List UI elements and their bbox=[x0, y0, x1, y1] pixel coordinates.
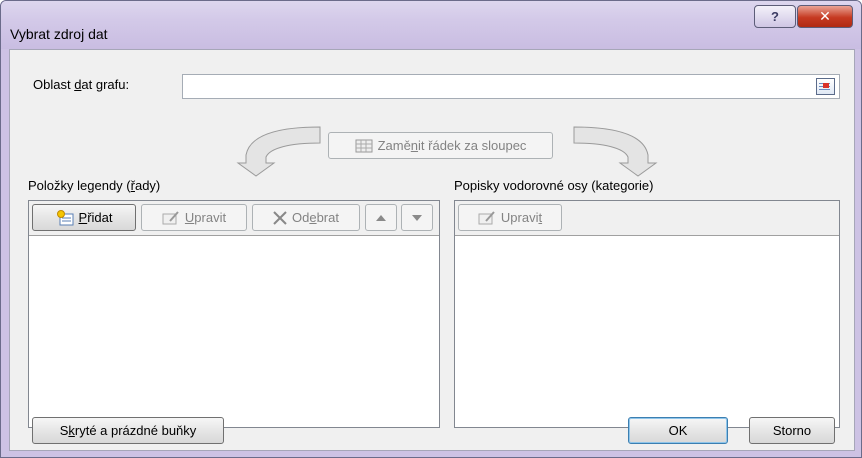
legend-entries-label: Položky legendy (řady) bbox=[28, 178, 161, 193]
hidden-empty-cells-button[interactable]: Skryté a prázdné buňky bbox=[32, 417, 224, 444]
delete-icon bbox=[273, 210, 287, 225]
curved-arrow-right-icon bbox=[573, 126, 658, 177]
dialog-body: Oblast dat grafu: Zaměnit řádek za sloup… bbox=[9, 49, 855, 451]
help-icon: ? bbox=[771, 9, 779, 24]
cancel-label: Storno bbox=[772, 423, 812, 438]
axis-labels-list[interactable] bbox=[455, 236, 839, 427]
edit-axis-labels-label: Upravit bbox=[500, 210, 543, 225]
edit-icon bbox=[478, 210, 496, 226]
move-up-icon bbox=[375, 214, 387, 222]
add-series-button[interactable]: Přidat bbox=[32, 204, 136, 231]
legend-entries-toolbar: Přidat Upravit Odebrat bbox=[29, 201, 439, 236]
switch-row-column-button[interactable]: Zaměnit řádek za sloupec bbox=[328, 132, 553, 159]
close-button[interactable]: ✕ bbox=[797, 5, 853, 28]
edit-axis-labels-button[interactable]: Upravit bbox=[458, 204, 562, 231]
curved-arrow-left-icon bbox=[236, 126, 321, 177]
close-icon: ✕ bbox=[819, 8, 831, 24]
data-range-input[interactable] bbox=[182, 74, 840, 99]
axis-labels-panel: Upravit bbox=[454, 200, 840, 428]
dialog-title: Vybrat zdroj dat bbox=[10, 26, 108, 42]
switch-row-column-icon bbox=[355, 138, 373, 154]
help-button[interactable]: ? bbox=[754, 5, 796, 28]
cancel-button[interactable]: Storno bbox=[749, 417, 835, 444]
dialog-window: Vybrat zdroj dat ? ✕ Oblast dat grafu: Z… bbox=[0, 0, 862, 458]
remove-series-label: Odebrat bbox=[292, 210, 339, 225]
edit-series-button[interactable]: Upravit bbox=[141, 204, 247, 231]
ok-label: OK bbox=[668, 423, 688, 438]
edit-series-label: Upravit bbox=[184, 210, 227, 225]
edit-icon bbox=[162, 210, 180, 226]
hidden-empty-cells-label: Skryté a prázdné buňky bbox=[59, 423, 197, 438]
move-down-icon bbox=[411, 214, 423, 222]
axis-labels-toolbar: Upravit bbox=[455, 201, 839, 236]
add-series-label: Přidat bbox=[78, 210, 113, 225]
remove-series-button[interactable]: Odebrat bbox=[252, 204, 360, 231]
move-up-button[interactable] bbox=[365, 204, 397, 231]
data-range-label: Oblast dat grafu: bbox=[33, 77, 130, 92]
title-bar: Vybrat zdroj dat ? ✕ bbox=[1, 1, 861, 49]
add-series-icon bbox=[56, 209, 74, 226]
legend-entries-list[interactable] bbox=[29, 236, 439, 427]
axis-labels-label: Popisky vodorovné osy (kategorie) bbox=[454, 178, 654, 193]
switch-row-column-label: Zaměnit řádek za sloupec bbox=[377, 138, 527, 153]
legend-entries-panel: Přidat Upravit Odebrat bbox=[28, 200, 440, 428]
range-picker-icon[interactable] bbox=[816, 78, 835, 95]
ok-button[interactable]: OK bbox=[628, 417, 728, 444]
move-down-button[interactable] bbox=[401, 204, 433, 231]
